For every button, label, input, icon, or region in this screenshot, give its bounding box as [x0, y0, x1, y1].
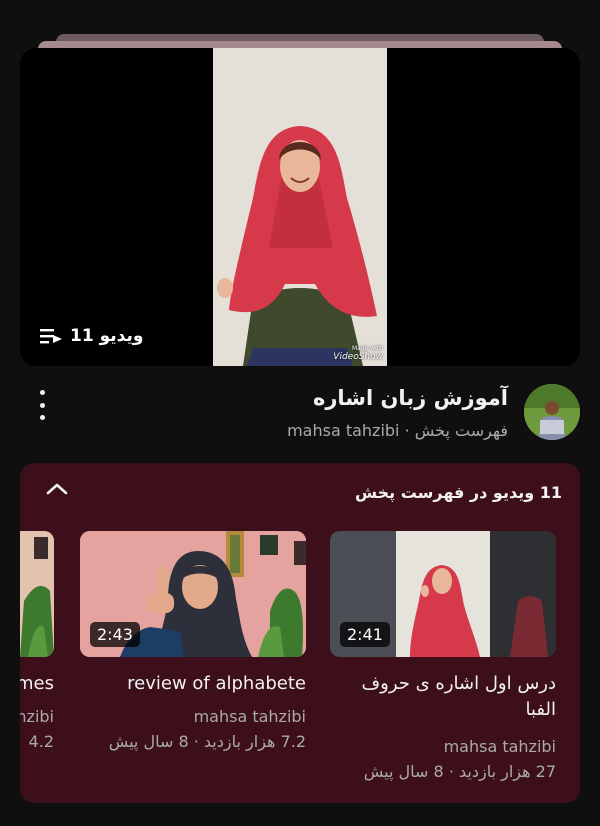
- playlist-panel: 11 ویدیو در فهرست پخش 2:41 درس اول اشاره…: [20, 463, 580, 803]
- video-thumbnail[interactable]: 2:43: [80, 531, 306, 657]
- video-frame: Made with VideoShow: [213, 48, 387, 366]
- video-title[interactable]: mes: [20, 671, 54, 697]
- playlist-subtitle: فهرست پخش · mahsa tahzibi: [287, 421, 508, 440]
- video-count-badge: 11 ویدیو: [40, 326, 143, 346]
- video-title[interactable]: review of alphabete: [80, 671, 306, 697]
- playlist-title[interactable]: آموزش زبان اشاره: [313, 386, 508, 410]
- channel-avatar[interactable]: [524, 384, 580, 440]
- playlist-icon: [40, 329, 62, 344]
- playlist-video-card[interactable]: 2:43 review of alphabete mahsa tahzibi 7…: [80, 531, 306, 761]
- video-duration: 2:43: [90, 622, 140, 647]
- videoshow-watermark: Made with VideoShow: [333, 345, 383, 362]
- video-count-label: 11 ویدیو: [70, 326, 144, 346]
- chevron-up-icon[interactable]: [44, 479, 70, 499]
- playlist-screen: Made with VideoShow 11 ویدیو آموزش زبان …: [0, 0, 600, 826]
- video-channel: nzibi: [20, 707, 54, 726]
- playlist-info: آموزش زبان اشاره فهرست پخش · mahsa tahzi…: [20, 376, 580, 446]
- more-vert-icon[interactable]: [34, 390, 50, 420]
- video-channel: mahsa tahzibi: [443, 737, 556, 756]
- playlist-video-card[interactable]: 2:41 درس اول اشاره ی حروف الفبا mahsa ta…: [330, 531, 556, 791]
- video-channel: mahsa tahzibi: [193, 707, 306, 726]
- video-meta: 7.2 هزار بازدید · 8 سال پیش: [108, 732, 306, 751]
- video-thumbnail[interactable]: 2:41: [330, 531, 556, 657]
- video-meta: 27 هزار بازدید · 8 سال پیش: [363, 762, 556, 781]
- playlist-video-card[interactable]: mes nzibi 4.2: [20, 531, 54, 761]
- video-duration: 2:41: [340, 622, 390, 647]
- playlist-hero-thumbnail[interactable]: Made with VideoShow 11 ویدیو: [20, 48, 580, 366]
- panel-header: 11 ویدیو در فهرست پخش: [354, 483, 562, 502]
- video-meta: 4.2: [28, 732, 54, 751]
- video-thumbnail[interactable]: [20, 531, 54, 657]
- presenter-figure: [213, 48, 387, 366]
- video-title[interactable]: درس اول اشاره ی حروف الفبا: [330, 671, 556, 723]
